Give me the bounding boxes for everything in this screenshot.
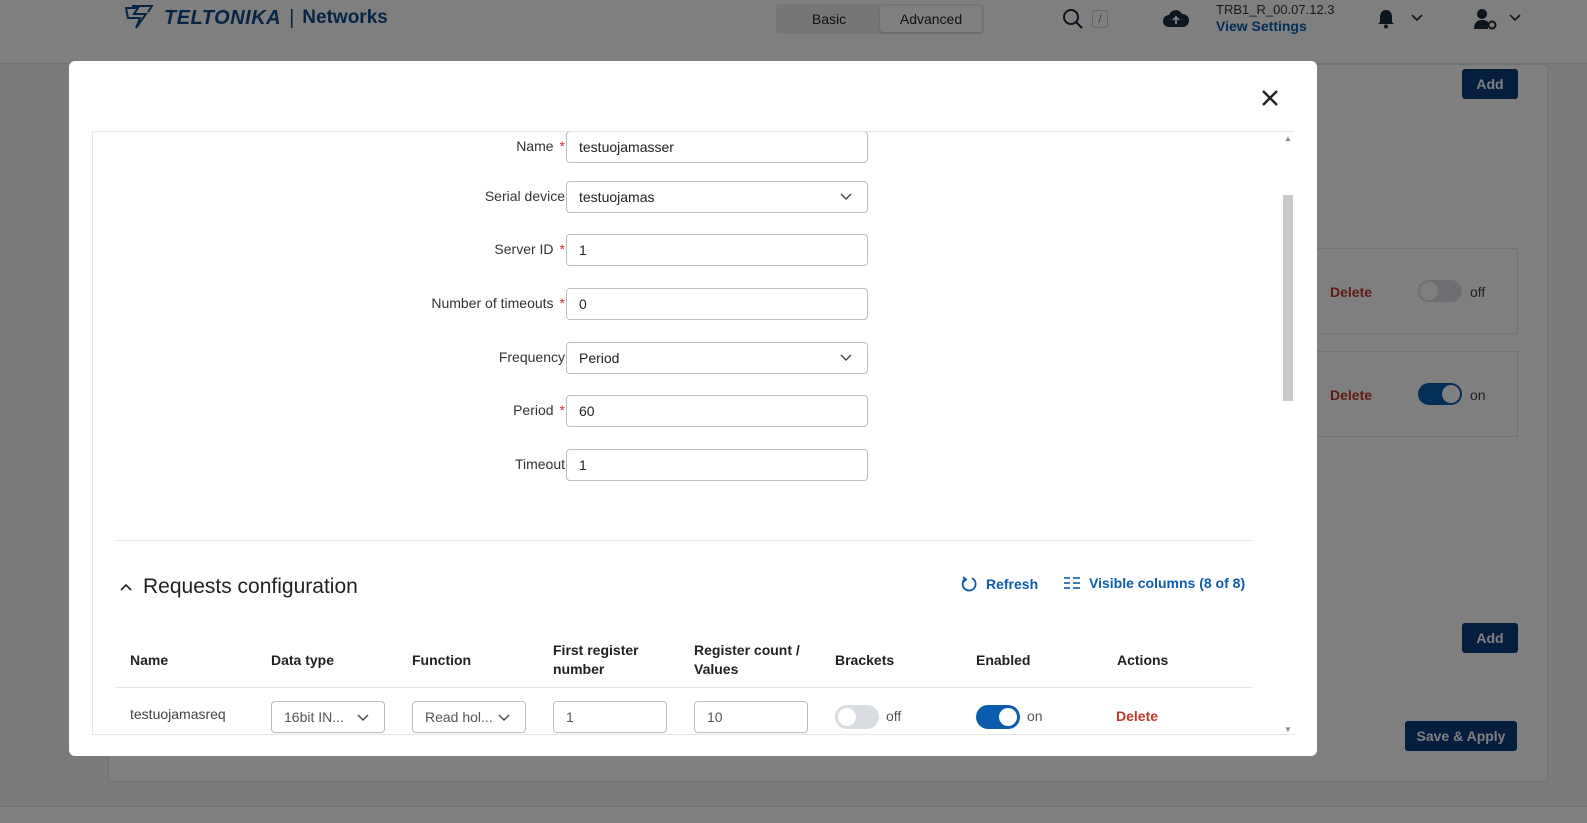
server-id-label: Server ID *	[494, 241, 565, 257]
form-row-frequency: Frequency Period	[93, 342, 893, 374]
requests-section-header[interactable]: Requests configuration	[119, 575, 358, 599]
section-divider	[115, 540, 1253, 541]
modal-scroll-area[interactable]: Name * testuojamasser Serial device testu…	[92, 131, 1294, 735]
column-enabled[interactable]: Enabled	[976, 632, 1030, 688]
request-name: testuojamasreq	[130, 706, 226, 722]
form-row-serial-device: Serial device testuojamas	[93, 181, 893, 213]
frequency-value: Period	[579, 350, 620, 366]
column-first-register[interactable]: First register number	[553, 632, 639, 688]
chevron-down-icon	[498, 714, 510, 721]
refresh-label: Refresh	[986, 576, 1039, 592]
form-row-timeout: Timeout 1	[93, 449, 893, 481]
serial-device-select[interactable]: testuojamas	[566, 181, 868, 213]
column-brackets[interactable]: Brackets	[835, 632, 894, 688]
brackets-toggle[interactable]	[835, 705, 879, 729]
data-type-select[interactable]: 16bit IN...	[271, 701, 385, 733]
timeout-input[interactable]: 1	[566, 449, 868, 481]
scroll-down-icon[interactable]: ▼	[1284, 725, 1292, 734]
chevron-down-icon	[357, 714, 369, 721]
column-data-type[interactable]: Data type	[271, 632, 334, 688]
edit-server-modal: Name * testuojamasser Serial device testu…	[69, 61, 1317, 756]
brackets-toggle-label: off	[886, 708, 902, 724]
visible-columns-label: Visible columns (8 of 8)	[1089, 575, 1246, 591]
first-register-input[interactable]: 1	[553, 701, 667, 733]
table-row: testuojamasreq 16bit IN... Read hol... 1…	[115, 689, 1253, 734]
requests-table-header: Name Data type Function First register nu…	[115, 632, 1253, 688]
form-row-timeouts: Number of timeouts * 0	[93, 288, 893, 320]
visible-columns-button[interactable]: Visible columns (8 of 8)	[1063, 575, 1245, 591]
period-label: Period *	[513, 402, 565, 418]
form-row-period: Period * 60	[93, 395, 893, 427]
enabled-toggle-label: on	[1027, 708, 1043, 724]
column-actions: Actions	[1117, 651, 1169, 668]
refresh-icon	[961, 576, 977, 592]
delete-request-button[interactable]: Delete	[1116, 708, 1158, 724]
column-function[interactable]: Function	[412, 632, 471, 688]
chevron-down-icon	[840, 193, 852, 200]
scroll-thumb[interactable]	[1283, 195, 1293, 401]
columns-icon	[1064, 577, 1080, 589]
chevron-down-icon	[840, 354, 852, 361]
modal-scrollbar[interactable]: ▲ ▼	[1280, 132, 1294, 734]
frequency-label: Frequency	[498, 349, 565, 365]
close-icon[interactable]	[1257, 85, 1283, 111]
serial-device-label: Serial device	[484, 188, 565, 204]
enabled-toggle[interactable]	[976, 705, 1020, 729]
form-row-name: Name * testuojamasser	[93, 132, 893, 163]
timeouts-label: Number of timeouts *	[431, 295, 565, 311]
period-input[interactable]: 60	[566, 395, 868, 427]
function-select[interactable]: Read hol...	[412, 701, 526, 733]
name-label: Name *	[516, 138, 565, 154]
chevron-up-icon[interactable]	[119, 582, 133, 592]
form-row-server-id: Server ID * 1	[93, 234, 893, 266]
server-id-input[interactable]: 1	[566, 234, 868, 266]
refresh-button[interactable]: Refresh	[960, 575, 1038, 593]
scroll-up-icon[interactable]: ▲	[1284, 134, 1292, 143]
register-count-input[interactable]: 10	[694, 701, 808, 733]
serial-device-value: testuojamas	[579, 189, 655, 205]
column-register-count[interactable]: Register count / Values	[694, 632, 800, 688]
timeout-label: Timeout	[514, 456, 565, 472]
timeouts-input[interactable]: 0	[566, 288, 868, 320]
column-name[interactable]: Name	[130, 632, 168, 688]
requests-section-title: Requests configuration	[143, 575, 358, 598]
name-input[interactable]: testuojamasser	[566, 132, 868, 163]
frequency-select[interactable]: Period	[566, 342, 868, 374]
